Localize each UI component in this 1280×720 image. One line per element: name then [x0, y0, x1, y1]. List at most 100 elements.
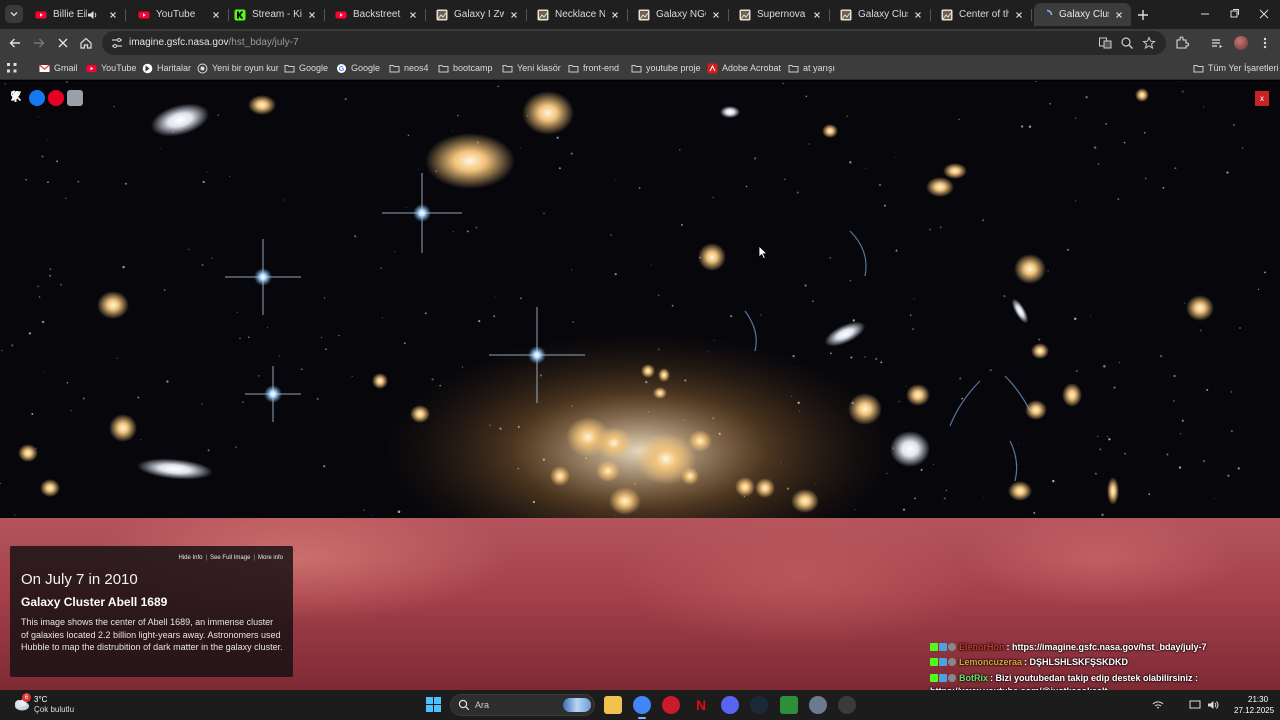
tab-close-icon[interactable] [1013, 9, 1025, 21]
menu-button[interactable] [1256, 34, 1274, 52]
bookmark-item[interactable]: youtube proje [631, 61, 701, 75]
media-player-icon[interactable] [780, 696, 798, 714]
back-button[interactable] [6, 34, 24, 52]
hide-info-link[interactable]: Hide Info [178, 555, 202, 561]
tab-close-icon[interactable] [407, 9, 419, 21]
faint-star [320, 336, 323, 339]
faint-star [933, 464, 934, 466]
tab[interactable]: Galaxy Cluster [1034, 3, 1131, 26]
tab-close-icon[interactable] [306, 9, 318, 21]
tab[interactable]: Necklace Nebu [530, 3, 628, 26]
faint-star [497, 85, 499, 88]
bookmark-item[interactable]: YouTube [86, 61, 136, 75]
restore-button[interactable] [1225, 6, 1243, 22]
galaxy [926, 177, 954, 197]
tab[interactable]: Stream - Kick D [227, 3, 325, 26]
all-bookmarks-button[interactable]: Tüm Yer İşaretleri [1193, 61, 1279, 75]
tab-close-icon[interactable] [811, 9, 823, 21]
bookmark-item[interactable]: Gmail [39, 61, 78, 75]
faint-star [439, 384, 441, 387]
tab-title: Necklace Nebu [555, 9, 605, 20]
tab[interactable]: Billie Eilish [28, 3, 126, 26]
bookmark-label: Yeni klasör [517, 63, 561, 73]
pinterest-icon[interactable] [10, 90, 64, 106]
tab[interactable]: Supernova 198 [732, 3, 830, 26]
tab-close-icon[interactable] [508, 9, 520, 21]
zoom-icon[interactable] [1120, 36, 1134, 50]
speaker-icon[interactable] [87, 9, 99, 21]
link-icon[interactable] [12, 90, 83, 106]
tab-close-icon[interactable] [609, 9, 621, 21]
tab[interactable]: Center of the C [934, 3, 1032, 26]
chrome-icon[interactable] [633, 696, 651, 719]
faint-star [542, 458, 546, 461]
tab[interactable]: Galaxy I Zwicky [429, 3, 527, 26]
faint-star [645, 380, 648, 384]
facebook-icon[interactable] [13, 90, 45, 106]
tab[interactable]: YouTube [131, 3, 229, 26]
faint-star [14, 514, 16, 516]
galaxy [943, 163, 967, 179]
settings-icon[interactable] [809, 696, 827, 714]
faint-star [187, 248, 190, 251]
plus-icon [1134, 6, 1152, 24]
address-bar[interactable]: imagine.gsfc.nasa.gov/hst_bday/july-7 [102, 31, 1166, 55]
clock-time[interactable]: 21:30 [1248, 695, 1268, 704]
steam-icon[interactable] [750, 696, 768, 714]
tab[interactable]: Backstreet Boy [328, 3, 426, 26]
url-text[interactable]: imagine.gsfc.nasa.gov/hst_bday/july-7 [129, 37, 299, 48]
arrow-right-icon [32, 36, 46, 50]
new-tab-button[interactable] [1134, 6, 1152, 24]
forward-button[interactable] [30, 34, 48, 52]
home-button[interactable] [77, 34, 95, 52]
tab-close-icon[interactable] [210, 9, 222, 21]
bookmark-item[interactable]: Yeni klasör [502, 61, 561, 75]
see-full-image-link[interactable]: See Full Image [210, 555, 250, 561]
faint-star [914, 497, 916, 500]
window-close-button[interactable] [1255, 6, 1273, 22]
bookmark-item[interactable]: bootcamp [438, 61, 493, 75]
faint-star [1160, 355, 1163, 358]
bookmark-item[interactable]: Haritalar [142, 61, 191, 75]
close-image-button[interactable]: x [1255, 91, 1269, 106]
bookmark-item[interactable]: Google [284, 61, 328, 75]
media-control-button[interactable] [1208, 34, 1226, 52]
translate-icon[interactable] [1098, 36, 1112, 50]
site-info-icon[interactable] [110, 36, 124, 50]
file-explorer-icon[interactable] [604, 696, 622, 714]
faint-star [570, 405, 573, 408]
bookmark-label: Google [351, 63, 381, 73]
profile-avatar[interactable] [1232, 34, 1250, 52]
apps-button[interactable] [6, 61, 18, 75]
faint-star [797, 401, 800, 404]
extensions-button[interactable] [1173, 34, 1191, 52]
galaxy [1031, 343, 1049, 359]
tab-close-icon[interactable] [912, 9, 924, 21]
tab[interactable]: Galaxy Cluster [833, 3, 931, 26]
info-links: Hide Info | See Full Image | More info [178, 555, 283, 561]
bookmark-star-icon[interactable] [1142, 36, 1156, 50]
bookmark-item[interactable]: at yarışı [788, 61, 835, 75]
discord-icon[interactable] [721, 696, 739, 714]
tab-search-button[interactable] [5, 5, 23, 23]
bookmark-item[interactable]: Yeni bir oyun kur [197, 61, 279, 75]
obs-icon[interactable] [838, 696, 856, 714]
netflix-icon[interactable]: N [692, 696, 710, 714]
opera-icon[interactable] [662, 696, 680, 714]
tab[interactable]: Galaxy NGC 39 [631, 3, 729, 26]
stop-loading-button[interactable] [54, 34, 72, 52]
bookmark-item[interactable]: Adobe Acrobat [707, 61, 781, 75]
bookmark-item[interactable]: front-end [568, 61, 619, 75]
more-info-link[interactable]: More info [258, 555, 283, 561]
clock-date[interactable]: 27.12.2025 [1234, 706, 1274, 715]
bookmark-item[interactable]: neos4 [389, 61, 429, 75]
taskbar-search[interactable]: Ara [450, 694, 595, 716]
tab-close-icon[interactable] [710, 9, 722, 21]
bookmark-item[interactable]: G Google [336, 61, 380, 75]
start-button[interactable] [426, 697, 441, 712]
faint-star [657, 348, 660, 351]
minimize-button[interactable] [1196, 6, 1214, 22]
faint-star [1178, 466, 1182, 469]
tab-close-icon[interactable] [107, 9, 119, 21]
tab-close-icon[interactable] [1113, 9, 1125, 21]
